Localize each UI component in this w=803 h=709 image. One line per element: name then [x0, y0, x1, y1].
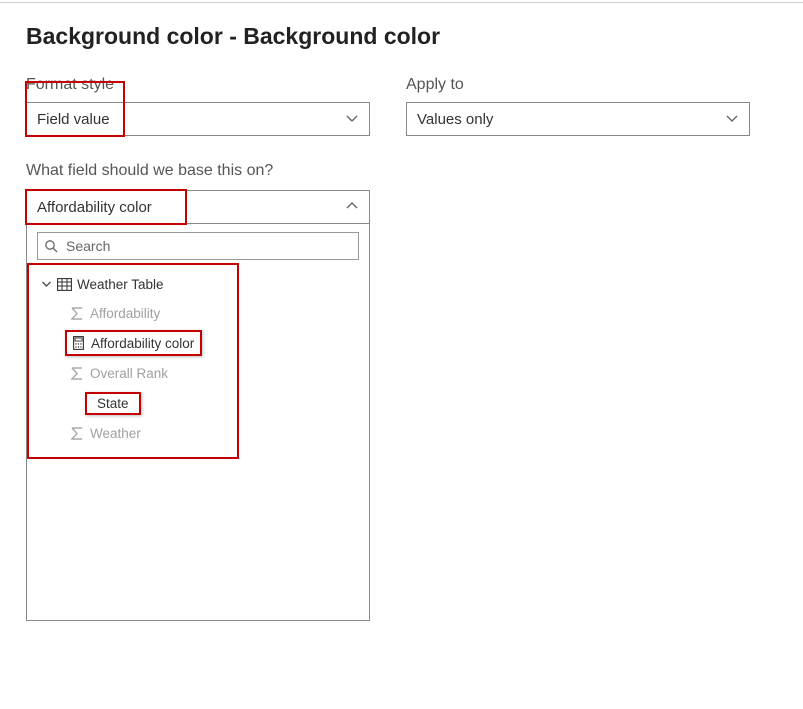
tree-leaf-overall-rank[interactable]: Overall Rank [65, 358, 365, 388]
search-input-wrap[interactable] [37, 232, 359, 260]
table-icon [57, 278, 72, 291]
sigma-icon [71, 307, 83, 320]
chevron-down-icon [345, 112, 359, 126]
sigma-icon [71, 367, 83, 380]
tree-leaf-label: Affordability [90, 306, 160, 321]
format-style-label: Format style [26, 76, 370, 94]
tree-leaf-label: Overall Rank [90, 366, 168, 381]
tree-leaf-affordability-color[interactable]: Affordability color [65, 328, 365, 358]
tree-table-label: Weather Table [77, 277, 164, 292]
apply-to-label: Apply to [406, 76, 750, 94]
format-style-select[interactable]: Field value [26, 102, 370, 136]
tree-leaf-weather[interactable]: Weather [65, 418, 365, 448]
search-icon [44, 239, 58, 253]
field-select-value: Affordability color [37, 199, 152, 216]
tree-leaf-label: Affordability color [91, 336, 194, 351]
field-question-label: What field should we base this on? [26, 162, 777, 180]
sigma-icon [71, 427, 83, 440]
chevron-down-icon [41, 279, 52, 290]
tree-leaf-label: State [97, 396, 129, 411]
chevron-up-icon [345, 198, 359, 216]
format-style-value: Field value [37, 111, 110, 128]
chevron-down-icon [725, 112, 739, 126]
tree-table-node[interactable]: Weather Table [37, 270, 365, 298]
field-dropdown-panel: Weather Table Affordability [26, 223, 370, 621]
tree-leaf-label: Weather [90, 426, 141, 441]
dialog-title: Background color - Background color [26, 23, 777, 50]
field-tree: Weather Table Affordability [27, 264, 369, 448]
calculator-icon [73, 336, 84, 350]
apply-to-select[interactable]: Values only [406, 102, 750, 136]
field-select-header[interactable]: Affordability color [26, 190, 370, 224]
tree-leaf-state[interactable]: State [65, 388, 365, 418]
tree-leaf-affordability[interactable]: Affordability [65, 298, 365, 328]
search-input[interactable] [64, 237, 352, 255]
apply-to-value: Values only [417, 111, 493, 128]
